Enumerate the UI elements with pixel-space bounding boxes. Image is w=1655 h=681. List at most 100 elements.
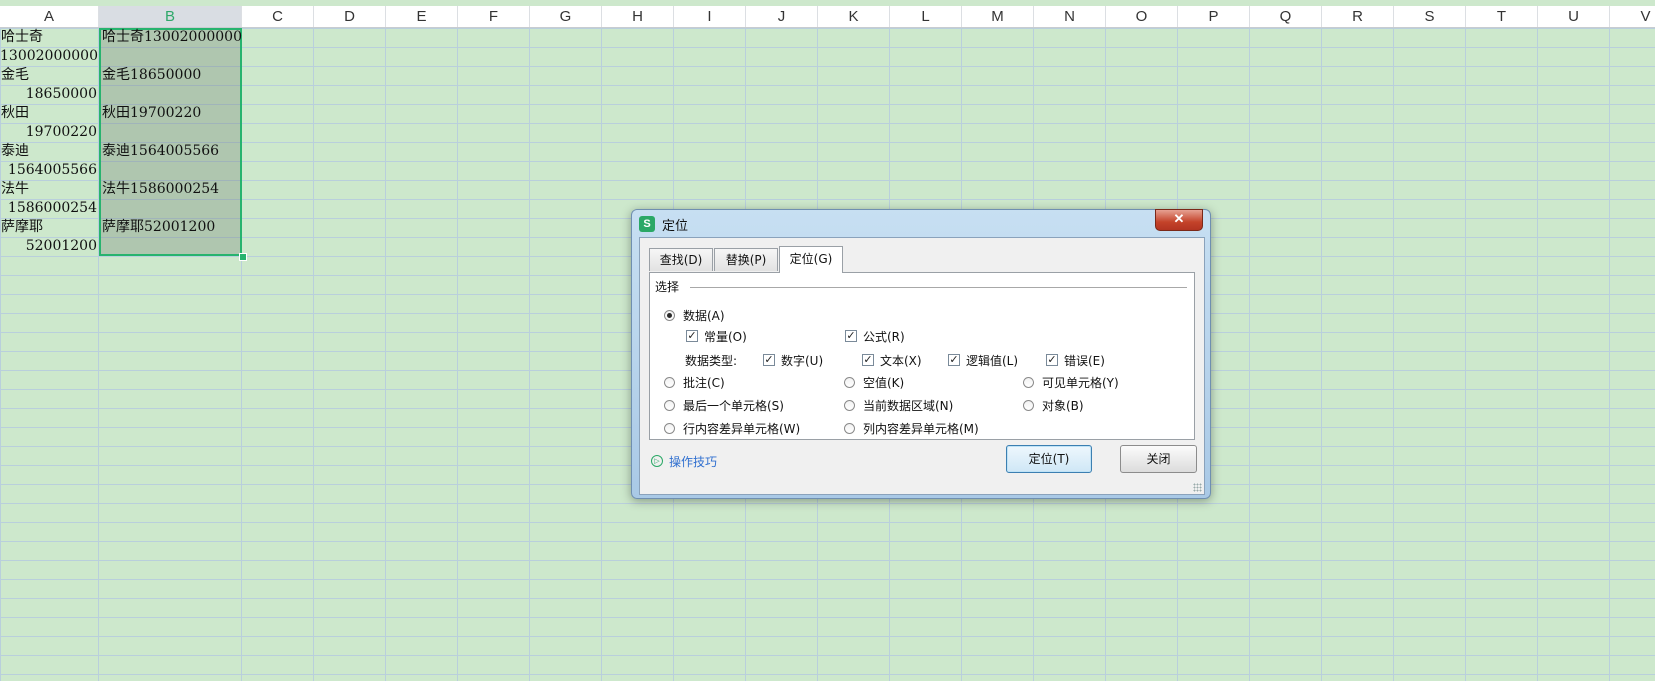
- column-header-u[interactable]: U: [1538, 6, 1610, 27]
- column-header-m[interactable]: M: [962, 6, 1034, 27]
- checkbox-formulas[interactable]: ✓: [845, 330, 857, 342]
- column-header-v[interactable]: V: [1610, 6, 1655, 27]
- play-circle-icon[interactable]: ▷: [651, 455, 663, 467]
- tab-goto[interactable]: 定位(G): [779, 246, 843, 273]
- tab-replace[interactable]: 替换(P): [714, 248, 778, 271]
- grid-line: [1321, 28, 1322, 681]
- column-header-k[interactable]: K: [818, 6, 890, 27]
- column-header-t[interactable]: T: [1466, 6, 1538, 27]
- column-header-c[interactable]: C: [242, 6, 314, 27]
- radio-objects[interactable]: [1023, 400, 1034, 411]
- goto-dialog: S 定位 ✕ 查找(D) 替换(P) 定位(G) 选择 数据(A) ✓ 常量(O…: [631, 209, 1211, 499]
- cell-a8[interactable]: 1564005566: [0, 161, 97, 180]
- column-header-i[interactable]: I: [674, 6, 746, 27]
- cell-b1[interactable]: 哈士奇13002000000: [102, 28, 242, 47]
- dialog-title: 定位: [662, 219, 689, 234]
- cell-a9[interactable]: 法牛: [1, 180, 29, 199]
- cell-b3[interactable]: 金毛18650000: [102, 66, 201, 85]
- cell-b9[interactable]: 法牛1586000254: [102, 180, 219, 199]
- label-last-cell[interactable]: 最后一个单元格(S): [683, 397, 784, 414]
- grid-line: [313, 28, 314, 681]
- label-current-region[interactable]: 当前数据区域(N): [863, 397, 953, 414]
- label-row-differences[interactable]: 行内容差异单元格(W): [683, 420, 800, 437]
- checkbox-errors[interactable]: ✓: [1046, 354, 1058, 366]
- group-divider: [690, 287, 1187, 288]
- column-header-bar: ABCDEFGHIJKLMNOPQRSTUV: [0, 6, 1655, 28]
- grid-line: [1537, 28, 1538, 681]
- column-header-r[interactable]: R: [1322, 6, 1394, 27]
- column-header-p[interactable]: P: [1178, 6, 1250, 27]
- cell-a12[interactable]: 52001200: [0, 237, 97, 256]
- label-blanks[interactable]: 空值(K): [863, 374, 904, 391]
- radio-column-differences[interactable]: [844, 423, 855, 434]
- grid-line: [601, 28, 602, 681]
- group-label-select: 选择: [655, 278, 683, 295]
- label-formulas[interactable]: 公式(R): [863, 328, 905, 345]
- grid-line: [385, 28, 386, 681]
- column-header-a[interactable]: A: [0, 6, 99, 27]
- checkbox-numbers[interactable]: ✓: [763, 354, 775, 366]
- radio-row-differences[interactable]: [664, 423, 675, 434]
- grid-line: [1465, 28, 1466, 681]
- radio-data[interactable]: [664, 310, 675, 321]
- grid-line: [1609, 28, 1610, 681]
- cell-a4[interactable]: 18650000: [0, 85, 97, 104]
- column-header-l[interactable]: L: [890, 6, 962, 27]
- resize-grip[interactable]: [1193, 483, 1202, 492]
- cell-a7[interactable]: 泰迪: [1, 142, 29, 161]
- radio-blanks[interactable]: [844, 377, 855, 388]
- column-header-o[interactable]: O: [1106, 6, 1178, 27]
- radio-last-cell[interactable]: [664, 400, 675, 411]
- column-header-q[interactable]: Q: [1250, 6, 1322, 27]
- goto-tab-panel: 选择 数据(A) ✓ 常量(O) ✓ 公式(R) 数据类型: ✓ 数字(U) ✓…: [649, 272, 1195, 440]
- column-header-b[interactable]: B: [99, 6, 242, 27]
- cell-a6[interactable]: 19700220: [0, 123, 97, 142]
- cell-a5[interactable]: 秋田: [1, 104, 29, 123]
- label-logical[interactable]: 逻辑值(L): [966, 352, 1018, 369]
- label-comments[interactable]: 批注(C): [683, 374, 725, 391]
- cell-a1[interactable]: 哈士奇: [1, 28, 43, 47]
- cell-a3[interactable]: 金毛: [1, 66, 29, 85]
- column-header-f[interactable]: F: [458, 6, 530, 27]
- label-data[interactable]: 数据(A): [683, 307, 725, 324]
- label-text[interactable]: 文本(X): [880, 352, 922, 369]
- fill-handle[interactable]: [239, 253, 247, 261]
- label-visible-cells[interactable]: 可见单元格(Y): [1042, 374, 1119, 391]
- cell-a10[interactable]: 1586000254: [0, 199, 97, 218]
- label-objects[interactable]: 对象(B): [1042, 397, 1084, 414]
- radio-current-region[interactable]: [844, 400, 855, 411]
- label-constants[interactable]: 常量(O): [704, 328, 747, 345]
- label-data-type: 数据类型:: [685, 354, 738, 368]
- radio-comments[interactable]: [664, 377, 675, 388]
- column-header-g[interactable]: G: [530, 6, 602, 27]
- dialog-body: 查找(D) 替换(P) 定位(G) 选择 数据(A) ✓ 常量(O) ✓ 公式(…: [639, 237, 1205, 495]
- column-header-h[interactable]: H: [602, 6, 674, 27]
- radio-visible-cells[interactable]: [1023, 377, 1034, 388]
- goto-button[interactable]: 定位(T): [1006, 445, 1092, 473]
- cell-a11[interactable]: 萨摩耶: [1, 218, 43, 237]
- wps-s-icon: S: [639, 216, 655, 232]
- column-header-d[interactable]: D: [314, 6, 386, 27]
- dialog-titlebar[interactable]: S 定位 ✕: [632, 209, 1210, 236]
- tips-link[interactable]: 操作技巧: [669, 453, 717, 470]
- label-numbers[interactable]: 数字(U): [781, 352, 823, 369]
- column-header-j[interactable]: J: [746, 6, 818, 27]
- cell-b7[interactable]: 泰迪1564005566: [102, 142, 219, 161]
- checkbox-constants[interactable]: ✓: [686, 330, 698, 342]
- cell-b5[interactable]: 秋田19700220: [102, 104, 201, 123]
- column-header-n[interactable]: N: [1034, 6, 1106, 27]
- grid-line: [1249, 28, 1250, 681]
- cell-a2[interactable]: 13002000000: [0, 47, 98, 66]
- close-icon[interactable]: ✕: [1155, 209, 1203, 231]
- label-errors[interactable]: 错误(E): [1064, 352, 1105, 369]
- close-button[interactable]: 关闭: [1120, 445, 1197, 473]
- column-header-s[interactable]: S: [1394, 6, 1466, 27]
- grid-line: [529, 28, 530, 681]
- column-header-e[interactable]: E: [386, 6, 458, 27]
- grid-line: [1393, 28, 1394, 681]
- tab-find[interactable]: 查找(D): [649, 248, 713, 271]
- checkbox-logical[interactable]: ✓: [948, 354, 960, 366]
- label-column-differences[interactable]: 列内容差异单元格(M): [863, 420, 979, 437]
- cell-b11[interactable]: 萨摩耶52001200: [102, 218, 215, 237]
- checkbox-text[interactable]: ✓: [862, 354, 874, 366]
